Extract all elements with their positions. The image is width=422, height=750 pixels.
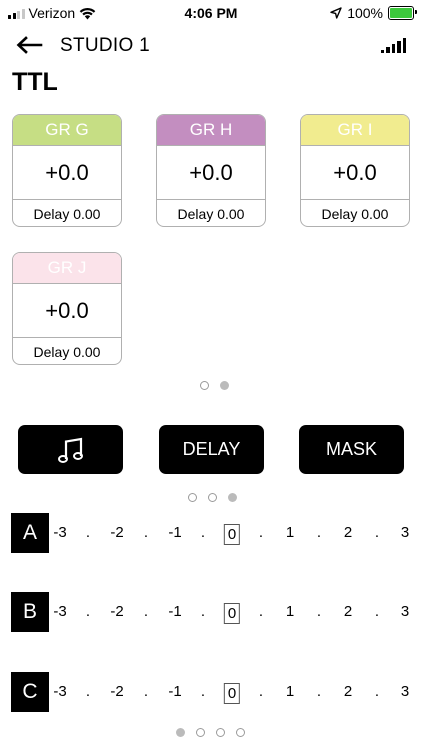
delay-mode-button[interactable]: DELAY — [159, 425, 264, 474]
scale-dot[interactable]: . — [86, 683, 90, 700]
scale-dot[interactable]: . — [201, 683, 205, 700]
scale-dot[interactable]: . — [259, 524, 263, 541]
music-note-icon — [57, 437, 83, 463]
scale-dot[interactable]: . — [144, 683, 148, 700]
channel-row-a: A -3. -2. -1. 0. 1. 2. 3 — [0, 513, 422, 553]
scale-dot[interactable]: . — [375, 683, 379, 700]
location-arrow-icon — [330, 7, 342, 19]
page-dot[interactable] — [200, 381, 209, 390]
page-dot[interactable] — [196, 728, 205, 737]
group-name: GR I — [301, 115, 409, 145]
selected-level[interactable]: 0 — [223, 603, 241, 624]
scale-tick[interactable]: -1 — [168, 524, 181, 541]
page-dot[interactable] — [208, 493, 217, 502]
scale-tick[interactable]: 3 — [401, 524, 409, 541]
group-card-j[interactable]: GR J +0.0 Delay 0.00 — [12, 252, 122, 365]
sound-mode-button[interactable] — [18, 425, 123, 474]
page-dot[interactable] — [188, 493, 197, 502]
back-arrow-icon[interactable] — [14, 34, 44, 56]
battery-percent: 100% — [347, 5, 383, 21]
group-delay: Delay 0.00 — [321, 206, 389, 222]
scale-dot[interactable]: . — [86, 524, 90, 541]
selected-level[interactable]: 0 — [223, 524, 241, 545]
mask-mode-button[interactable]: MASK — [299, 425, 404, 474]
group-page-indicator[interactable] — [200, 381, 229, 390]
scale-dot[interactable]: . — [201, 603, 205, 620]
group-name: GR G — [13, 115, 121, 145]
scale-tick[interactable]: 1 — [286, 524, 294, 541]
studio-title: STUDIO 1 — [60, 35, 151, 56]
page-title: TTL — [12, 68, 58, 96]
scale-tick[interactable]: -1 — [168, 683, 181, 700]
scale-dot[interactable]: . — [259, 683, 263, 700]
group-card-g[interactable]: GR G +0.0 Delay 0.00 — [12, 114, 122, 227]
page-dot-active[interactable] — [176, 728, 185, 737]
group-value[interactable]: +0.0 — [301, 145, 409, 200]
scale-tick[interactable]: -2 — [110, 683, 123, 700]
scale-dot[interactable]: . — [86, 603, 90, 620]
level-scale[interactable]: -3. -2. -1. 0. 1. 2. 3 — [0, 683, 422, 704]
scale-tick[interactable]: -3 — [53, 524, 66, 541]
scale-tick[interactable]: 3 — [401, 683, 409, 700]
group-name: GR J — [13, 253, 121, 283]
group-value[interactable]: +0.0 — [13, 145, 121, 200]
scale-tick[interactable]: -2 — [110, 603, 123, 620]
channel-row-b: B -3. -2. -1. 0. 1. 2. 3 — [0, 592, 422, 632]
scale-dot[interactable]: . — [375, 524, 379, 541]
battery-icon — [388, 6, 417, 20]
page-dot-active[interactable] — [228, 493, 237, 502]
scale-tick[interactable]: -1 — [168, 603, 181, 620]
scale-dot[interactable]: . — [317, 683, 321, 700]
bottom-page-indicator[interactable] — [176, 728, 245, 737]
group-name: GR H — [157, 115, 265, 145]
group-delay: Delay 0.00 — [33, 344, 101, 360]
group-card-i[interactable]: GR I +0.0 Delay 0.00 — [300, 114, 410, 227]
system-status: 100% — [330, 5, 417, 21]
page-dot-active[interactable] — [220, 381, 229, 390]
level-scale[interactable]: -3. -2. -1. 0. 1. 2. 3 — [0, 524, 422, 545]
group-value[interactable]: +0.0 — [13, 283, 121, 338]
scale-tick[interactable]: -3 — [53, 603, 66, 620]
scale-dot[interactable]: . — [144, 524, 148, 541]
scale-tick[interactable]: 3 — [401, 603, 409, 620]
group-delay: Delay 0.00 — [177, 206, 245, 222]
page-dot[interactable] — [216, 728, 225, 737]
scale-tick[interactable]: 2 — [344, 683, 352, 700]
scale-tick[interactable]: 1 — [286, 683, 294, 700]
scale-dot[interactable]: . — [317, 524, 321, 541]
scale-tick[interactable]: 2 — [344, 603, 352, 620]
level-scale[interactable]: -3. -2. -1. 0. 1. 2. 3 — [0, 603, 422, 624]
selected-level[interactable]: 0 — [223, 683, 241, 704]
page-dot[interactable] — [236, 728, 245, 737]
scale-tick[interactable]: -3 — [53, 683, 66, 700]
scale-dot[interactable]: . — [201, 524, 205, 541]
group-value[interactable]: +0.0 — [157, 145, 265, 200]
scale-tick[interactable]: 2 — [344, 524, 352, 541]
mode-page-indicator[interactable] — [188, 493, 237, 502]
scale-dot[interactable]: . — [259, 603, 263, 620]
group-card-h[interactable]: GR H +0.0 Delay 0.00 — [156, 114, 266, 227]
scale-dot[interactable]: . — [317, 603, 321, 620]
scale-dot[interactable]: . — [144, 603, 148, 620]
group-delay: Delay 0.00 — [33, 206, 101, 222]
signal-strength-icon — [380, 36, 406, 53]
status-bar: Verizon 4:06 PM 100% — [0, 0, 422, 26]
scale-dot[interactable]: . — [375, 603, 379, 620]
scale-tick[interactable]: -2 — [110, 524, 123, 541]
scale-tick[interactable]: 1 — [286, 603, 294, 620]
channel-row-c: C -3. -2. -1. 0. 1. 2. 3 — [0, 672, 422, 712]
